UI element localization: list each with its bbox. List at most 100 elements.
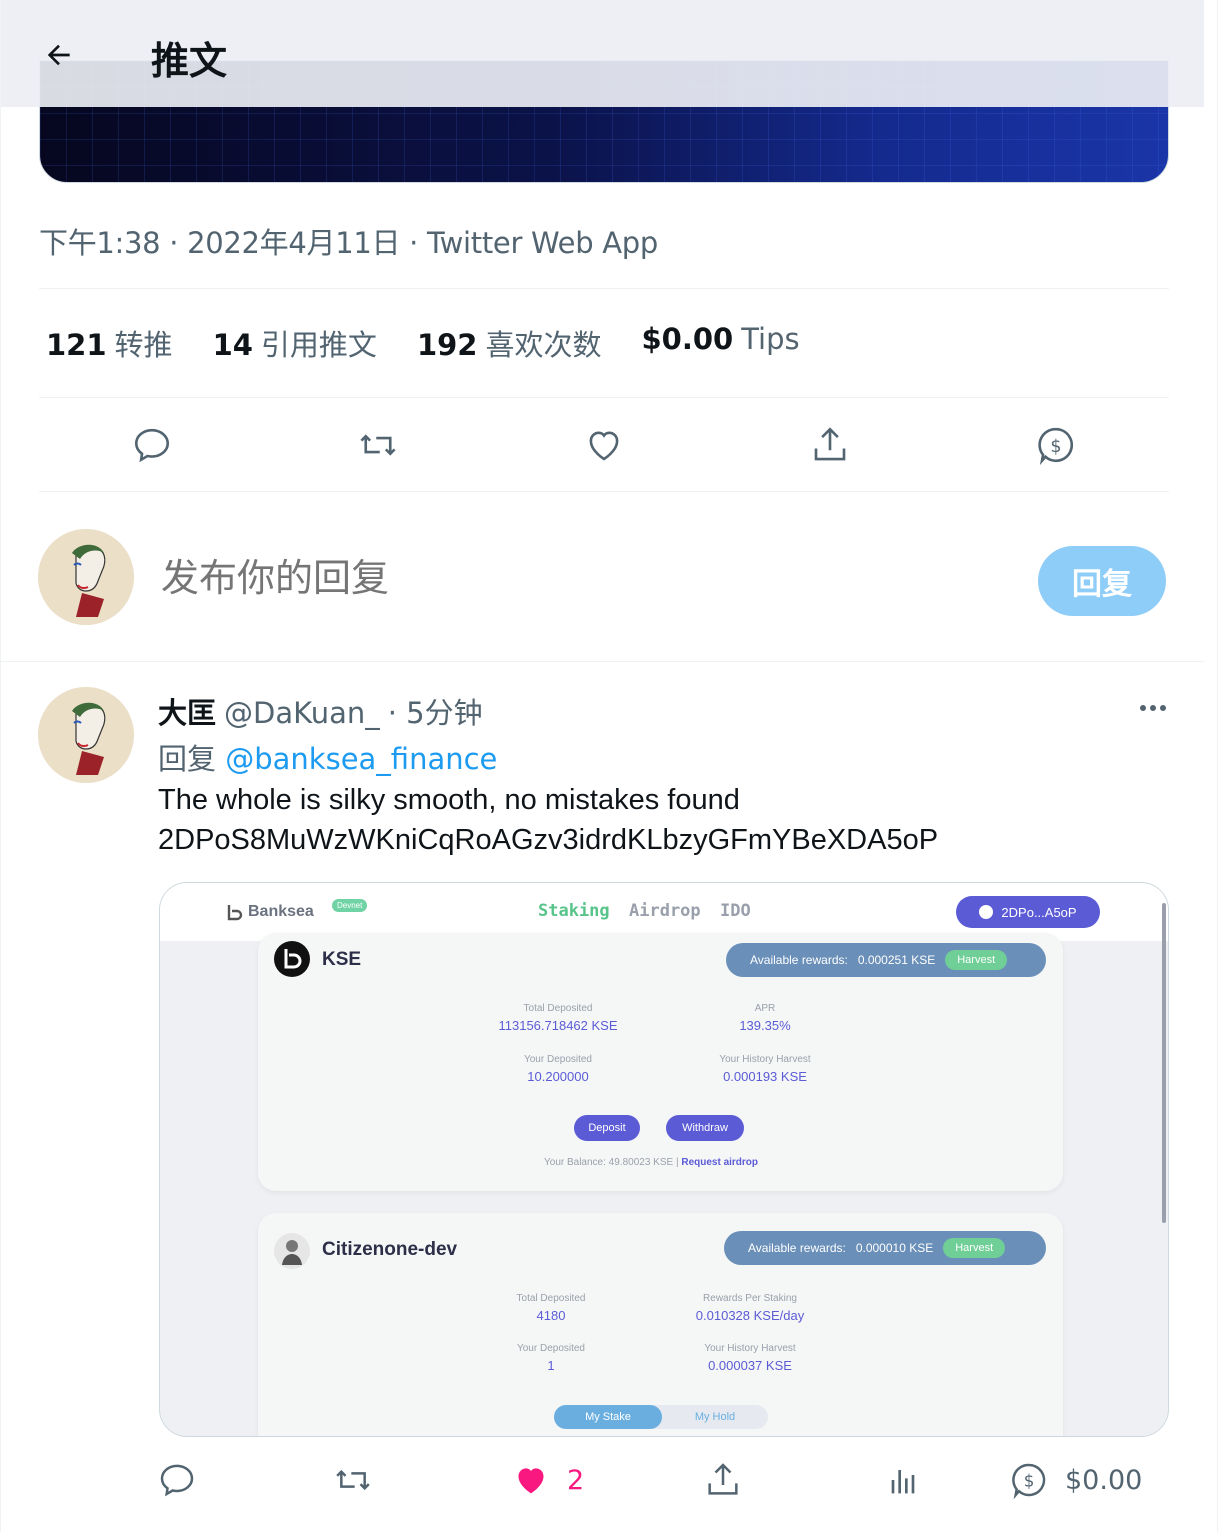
replying-to: 回复 @banksea_finance — [158, 736, 497, 778]
kv-value: 0.000193 KSE — [723, 1069, 807, 1084]
retweet-button[interactable] — [333, 1460, 373, 1500]
share-button[interactable] — [800, 415, 860, 475]
retweet-icon — [360, 434, 396, 456]
reply-button[interactable] — [122, 415, 182, 475]
withdraw-button[interactable]: Withdraw — [666, 1115, 744, 1141]
dot-icon — [1140, 705, 1146, 711]
total-deposited: Total Deposited 113156.718462 KSE — [458, 1003, 658, 1033]
retweet-button[interactable] — [348, 415, 408, 475]
share-icon — [814, 427, 846, 461]
banksea-logo-icon — [227, 905, 243, 921]
scrollbar[interactable] — [1162, 903, 1166, 1223]
like-button[interactable] — [574, 415, 634, 475]
more-options-button[interactable] — [1131, 690, 1175, 726]
kv-label: Your History Harvest — [719, 1054, 811, 1065]
tips-stat[interactable]: $0.00 Tips — [642, 322, 800, 364]
reply-action-bar: 2 $ $0.00 — [141, 1456, 1181, 1512]
tweet-detail-page: 推文 下午1:38 · 2022年4月11日 · Twitter Web App… — [0, 0, 1218, 1532]
your-deposited: Your Deposited 1 — [451, 1343, 651, 1373]
tweet-stats: 121 转推 14 引用推文 192 喜欢次数 $0.00 Tips — [46, 322, 800, 364]
kv-label: Total Deposited — [516, 1293, 586, 1304]
stat-number: $0.00 — [641, 322, 734, 356]
balance-text: Your Balance: 49.80023 KSE | — [544, 1157, 679, 1168]
retweets-stat[interactable]: 121 转推 — [46, 322, 173, 364]
reply-media-image[interactable]: Banksea Devnet Staking Airdrop IDO 2DPo.… — [159, 882, 1169, 1437]
dollar-bubble-icon: $ — [1038, 427, 1074, 466]
kse-token-icon — [274, 941, 310, 977]
reply-author-avatar[interactable] — [38, 687, 134, 783]
wallet-button[interactable]: 2DPo...A5oP — [956, 896, 1100, 928]
tab-airdrop[interactable]: Airdrop — [629, 901, 701, 921]
tab-ido[interactable]: IDO — [720, 901, 751, 921]
joker-avatar-icon — [38, 529, 134, 625]
rewards-label: Available rewards: — [750, 953, 848, 967]
logo-text: Banksea — [248, 903, 314, 920]
reply-submit-button[interactable]: 回复 — [1038, 546, 1166, 616]
rewards-label: Available rewards: — [748, 1241, 846, 1255]
total-deposited: Total Deposited 4180 — [451, 1293, 651, 1323]
author-handle[interactable]: @DaKuan_ — [224, 696, 380, 730]
stat-label: 转推 — [114, 328, 173, 362]
svg-text:$: $ — [1050, 437, 1061, 457]
history-harvest: Your History Harvest 0.000037 KSE — [650, 1343, 850, 1373]
share-icon — [708, 1463, 738, 1495]
stat-number: 192 — [416, 328, 478, 362]
available-rewards: Available rewards: 0.000251 KSE Harvest — [726, 943, 1046, 977]
kv-label: Your Deposited — [516, 1343, 585, 1354]
my-stake-tab[interactable]: My Stake — [554, 1405, 662, 1429]
deposit-button[interactable]: Deposit — [574, 1115, 640, 1141]
stat-number: 121 — [46, 328, 107, 362]
retweet-icon — [336, 1469, 370, 1491]
tip-button[interactable]: $ $0.00 — [1009, 1460, 1142, 1500]
reply-text-line: 2DPoS8MuWzWKniCqRoAGzv3idrdKLbzyGFmYBeXD… — [158, 824, 939, 856]
reply-compose-input[interactable] — [161, 556, 861, 600]
kv-label: Your History Harvest — [704, 1343, 796, 1354]
divider — [39, 397, 1169, 398]
history-harvest: Your History Harvest 0.000193 KSE — [665, 1054, 865, 1084]
back-button[interactable] — [37, 33, 81, 77]
analytics-button[interactable] — [883, 1460, 923, 1500]
kv-value: 139.35% — [739, 1018, 791, 1033]
harvest-button[interactable]: Harvest — [943, 1238, 1006, 1258]
reply-header: 大匡 @DaKuan_ · 5分钟 — [158, 690, 483, 732]
arrow-left-icon — [47, 44, 70, 66]
replying-prefix: 回复 — [158, 742, 217, 776]
dollar-bubble-icon: $ — [1012, 1463, 1046, 1500]
apr: APR 139.35% — [665, 1003, 865, 1033]
divider — [39, 491, 1169, 492]
request-airdrop-link[interactable]: Request airdrop — [681, 1157, 758, 1168]
harvest-button[interactable]: Harvest — [945, 950, 1008, 970]
share-button[interactable] — [703, 1460, 743, 1500]
like-count: 2 — [567, 1464, 585, 1496]
rewards-value: 0.000251 KSE — [857, 953, 936, 967]
staking-card-citizenone: Citizenone-dev Available rewards: 0.0000… — [258, 1213, 1063, 1436]
stat-label: 引用推文 — [260, 328, 377, 362]
devnet-badge: Devnet — [332, 899, 368, 912]
replying-to-link[interactable]: @banksea_finance — [225, 742, 497, 776]
dot-icon — [1150, 705, 1156, 711]
reply-button[interactable] — [157, 1460, 197, 1500]
stake-hold-toggle: My Stake My Hold — [554, 1405, 768, 1429]
banksea-logo: Banksea — [226, 903, 314, 921]
tweet-timestamp: 下午1:38 · 2022年4月11日 · Twitter Web App — [39, 226, 658, 260]
quote-tweets-stat[interactable]: 14 引用推文 — [213, 322, 377, 364]
author-name[interactable]: 大匡 — [158, 690, 216, 732]
reply-time[interactable]: · 5分钟 — [388, 690, 483, 732]
joker-avatar-icon — [38, 687, 134, 783]
your-deposited: Your Deposited 10.200000 — [458, 1054, 658, 1084]
kv-value: 10.200000 — [527, 1069, 589, 1084]
tab-staking[interactable]: Staking — [538, 901, 610, 921]
analytics-icon — [891, 1470, 915, 1494]
like-button[interactable]: 2 — [511, 1460, 584, 1500]
heart-icon — [589, 431, 619, 461]
wallet-address: 2DPo...A5oP — [1001, 904, 1077, 920]
my-hold-tab[interactable]: My Hold — [662, 1405, 768, 1429]
tip-button[interactable]: $ — [1026, 415, 1086, 475]
pool-title: Citizenone-dev — [322, 1239, 458, 1260]
likes-stat[interactable]: 192 喜欢次数 — [417, 322, 602, 364]
reply-text: The whole is silky smooth, no mistakes f… — [158, 780, 1158, 860]
pool-title: KSE — [322, 949, 362, 970]
dot-icon — [1160, 705, 1166, 711]
avatar[interactable] — [38, 529, 134, 625]
kv-label: Rewards Per Staking — [703, 1293, 797, 1304]
